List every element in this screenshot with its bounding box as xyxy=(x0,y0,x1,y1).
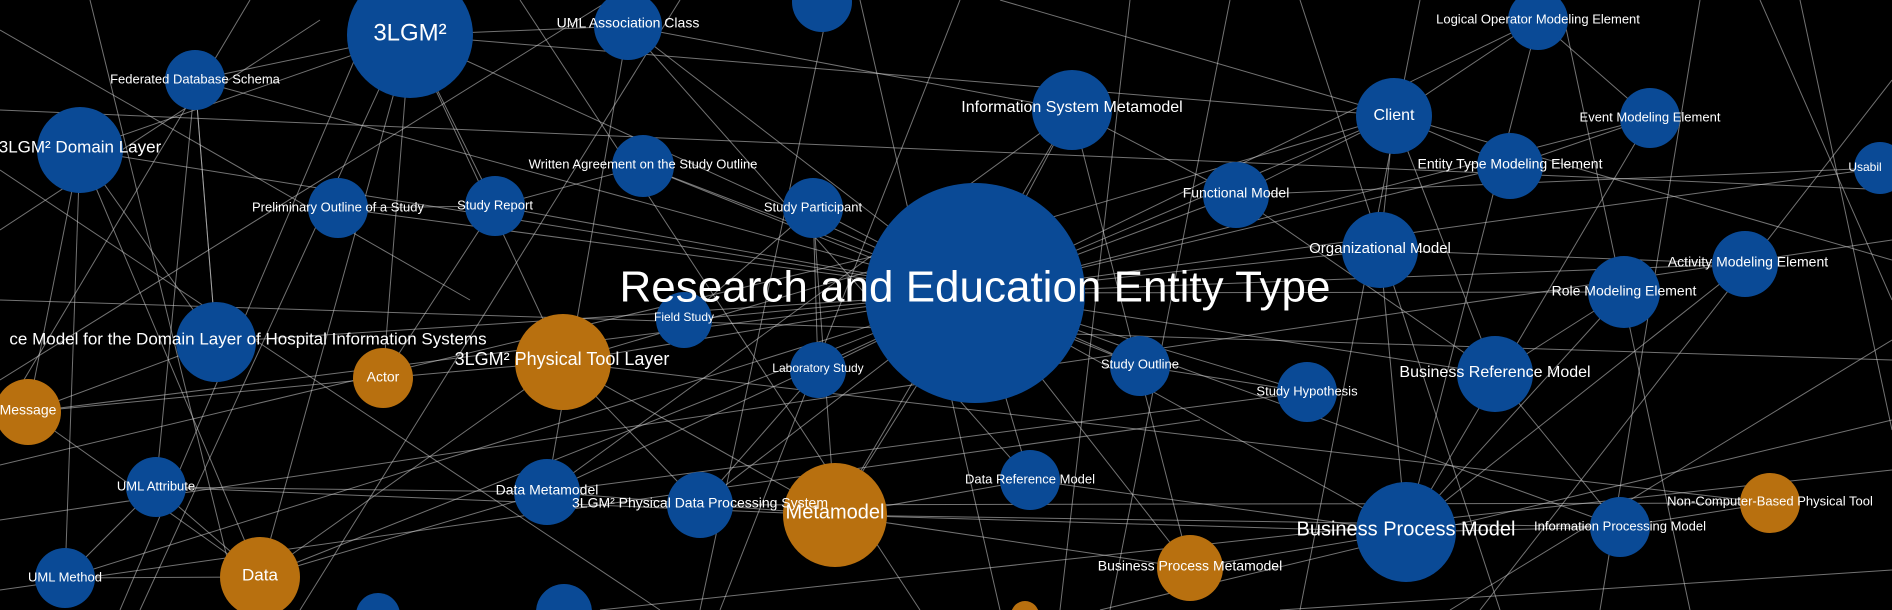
label-layer: Research and Education Entity Type 3LGM² U… xyxy=(0,11,1882,584)
node-label-uml-attr: UML Attribute xyxy=(117,478,195,493)
node-label-study-outline: Study Outline xyxy=(1101,356,1179,371)
partial-node[interactable] xyxy=(792,0,852,32)
node-label-data-ref-model: Data Reference Model xyxy=(965,471,1095,486)
node-label-ref-model-domain: ce Model for the Domain Layer of Hospita… xyxy=(9,329,486,348)
node-label-domain-layer: 3LGM² Domain Layer xyxy=(0,137,162,156)
partial-node[interactable] xyxy=(356,593,400,610)
node-label-lab-study: Laboratory Study xyxy=(772,361,863,375)
edge-study-hypothesis-data-metamodel xyxy=(546,391,1308,493)
edge-reet-fed-db xyxy=(194,79,976,294)
node-label-bp-metamodel: Business Process Metamodel xyxy=(1098,558,1282,574)
edge-3lgm2-client xyxy=(409,34,1395,117)
edge-3lgm2-data xyxy=(259,34,411,578)
node-label-non-cbpt: Non-Computer-Based Physical Tool xyxy=(1667,493,1873,508)
node-label-entity-type-me: Entity Type Modeling Element xyxy=(1418,156,1603,172)
edge-actor-message xyxy=(27,377,384,413)
node-3lgm2[interactable] xyxy=(347,0,473,98)
node-label-usabil: Usabil xyxy=(1848,160,1881,174)
node-label-message: Message xyxy=(0,402,57,418)
edge-data-data-metamodel xyxy=(259,491,548,578)
node-label-biz-process-model: Business Process Model xyxy=(1297,518,1516,540)
edge-physical-tool-layer-data xyxy=(259,361,564,578)
node-label-client: Client xyxy=(1374,107,1415,124)
edge-uml-assoc-is-metamodel xyxy=(627,25,1073,111)
edge-uml-assoc-data-metamodel xyxy=(546,25,629,493)
node-label-event-me: Event Modeling Element xyxy=(1580,109,1721,124)
node-label-actor: Actor xyxy=(367,369,400,385)
node-label-reet: Research and Education Entity Type xyxy=(620,263,1331,312)
edge-line xyxy=(999,0,1892,261)
node-label-metamodel: Metamodel xyxy=(786,501,885,523)
node-label-study-report: Study Report xyxy=(457,197,533,212)
node-label-data: Data xyxy=(242,565,278,584)
node-label-info-proc-model: Information Processing Model xyxy=(1534,518,1706,533)
partial-node[interactable] xyxy=(536,584,592,610)
node-label-uml-assoc: UML Association Class xyxy=(557,15,700,31)
node-label-written-agreement: Written Agreement on the Study Outline xyxy=(529,156,758,171)
edge-fed-db-uml-attr xyxy=(155,79,196,488)
node-label-org-model: Organizational Model xyxy=(1309,240,1451,257)
node-label-3lgm2: 3LGM² xyxy=(373,19,446,46)
node-label-role-me: Role Modeling Element xyxy=(1552,283,1697,299)
edge-physical-tool-layer-non-cbpt xyxy=(562,361,1771,504)
node-label-is-metamodel: Information System Metamodel xyxy=(961,99,1182,116)
node-label-biz-ref-model: Business Reference Model xyxy=(1399,364,1590,381)
edge-line xyxy=(1799,0,1892,431)
node-label-study-hypothesis: Study Hypothesis xyxy=(1256,383,1358,398)
node-label-fed-db: Federated Database Schema xyxy=(110,71,281,86)
node-label-physical-tool-layer: 3LGM² Physical Tool Layer xyxy=(455,349,670,369)
node-label-logical-op: Logical Operator Modeling Element xyxy=(1436,11,1640,26)
node-label-study-participant: Study Participant xyxy=(764,199,863,214)
node-label-prelim-outline: Preliminary Outline of a Study xyxy=(252,199,424,214)
node-label-field-study: Field Study xyxy=(654,310,714,324)
node-label-activity-me: Activity Modeling Element xyxy=(1668,254,1828,270)
partial-node[interactable] xyxy=(1011,601,1039,610)
concept-network-graph: Research and Education Entity Type 3LGM² U… xyxy=(0,0,1892,610)
edge-line xyxy=(1279,569,1892,610)
node-label-functional-model: Functional Model xyxy=(1183,185,1290,201)
node-label-uml-method: UML Method xyxy=(28,569,102,584)
